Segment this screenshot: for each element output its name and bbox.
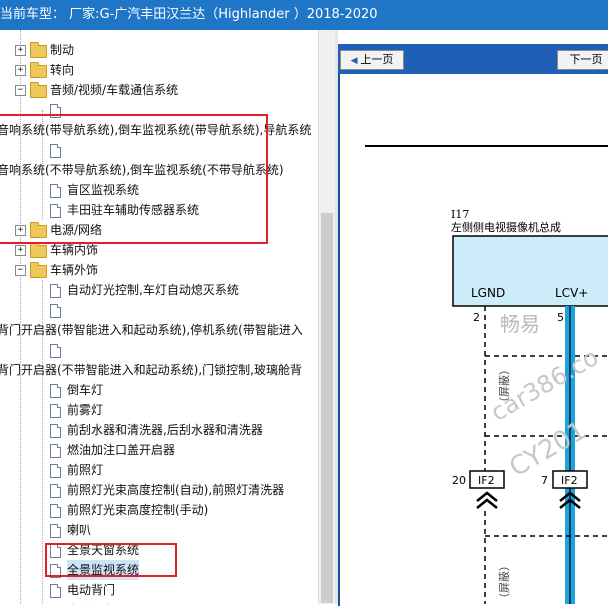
tree-item-label: 车辆外饰 (50, 263, 99, 277)
wiring-diagram: I17 左侧侧电视摄像机总成 LGND LCV+ 2 5 （屏蔽） 畅易 car… (340, 76, 608, 604)
tree-item[interactable]: 燃油加注口盖开启器 (0, 440, 318, 460)
folder-icon (30, 242, 47, 258)
folder-icon (30, 262, 47, 278)
tree-item-label: 背门开启器(带智能进入和起动系统),停机系统(带智能进入 (0, 323, 303, 337)
pin-lcv-label: LCV+ (555, 286, 588, 300)
tree-item-label: 转向 (50, 63, 75, 77)
document-icon (50, 464, 61, 478)
pin-lgnd-label: LGND (471, 286, 505, 300)
tree-item[interactable] (0, 300, 318, 320)
next-page-label: 下一页 (569, 53, 603, 66)
watermark-1: 畅易 (500, 312, 540, 336)
tree-item-label: 电动车窗 (67, 600, 115, 604)
document-icon (50, 524, 61, 538)
highlight-box-panorama (45, 543, 177, 577)
document-icon (50, 404, 61, 418)
prev-page-button[interactable]: ◀ 上一页 (340, 50, 404, 70)
highlight-box-audio (0, 114, 268, 244)
tree-item[interactable]: 自动灯光控制,车灯自动熄灭系统 (0, 280, 318, 300)
tree-item-label: 制动 (50, 43, 75, 57)
tree-item-label: 燃油加注口盖开启器 (67, 443, 176, 457)
tree-item-label: 前雾灯 (67, 403, 104, 417)
tree-scrollbar[interactable] (318, 30, 336, 604)
tree-item-label: 前照灯光束高度控制(自动),前照灯清洗器 (67, 483, 285, 497)
tree-item-label: 前刮水器和清洗器,后刮水器和清洗器 (67, 423, 263, 437)
expand-icon[interactable]: + (15, 245, 26, 256)
document-icon (50, 444, 61, 458)
if-7-number: 7 (541, 474, 548, 487)
tree-item[interactable]: 前照灯光束高度控制(手动) (0, 500, 318, 520)
tree-item[interactable] (0, 340, 318, 360)
title-bar: 当前车型： 厂家:G-广汽丰田汉兰达（Highlander ）2018-2020 (0, 0, 608, 30)
tree-item-label: 背门开启器(不带智能进入和起动系统),门锁控制,玻璃舱背 (0, 363, 302, 377)
folder-icon (30, 82, 47, 98)
tree-item[interactable]: 电动背门 (0, 580, 318, 600)
pin-2-number: 2 (473, 311, 480, 324)
tree-item[interactable]: + 转向 (0, 60, 318, 80)
if2-right-label: IF2 (561, 474, 578, 487)
tree-item-label: 音频/视频/车载通信系统 (50, 83, 179, 97)
if2-left-label: IF2 (478, 474, 495, 487)
collapse-icon[interactable]: − (15, 85, 26, 96)
prev-arrow-icon: ◀ (350, 56, 361, 66)
shield-label-bottom: （屏蔽） (498, 560, 511, 604)
tree-item[interactable]: − 音频/视频/车载通信系统 (0, 80, 318, 100)
tree-item[interactable]: 前照灯光束高度控制(自动),前照灯清洗器 (0, 480, 318, 500)
document-icon (50, 484, 61, 498)
page-nav-bar: ◀ 上一页 下一页 (338, 44, 608, 74)
connector-id: I17 (451, 208, 469, 221)
tree-item[interactable]: 电动车窗 (0, 600, 318, 604)
collapse-icon[interactable]: − (15, 265, 26, 276)
document-icon (50, 344, 61, 358)
tree-item-label: 前照灯 (67, 463, 104, 477)
document-icon (50, 504, 61, 518)
document-icon (50, 584, 61, 598)
tree-item[interactable]: 前雾灯 (0, 400, 318, 420)
tree-item[interactable]: 喇叭 (0, 520, 318, 540)
folder-icon (30, 62, 47, 78)
expand-icon[interactable]: + (15, 65, 26, 76)
tree-item[interactable]: 背门开启器(带智能进入和起动系统),停机系统(带智能进入 (0, 320, 318, 340)
next-page-button[interactable]: 下一页 (557, 50, 608, 70)
document-icon (50, 424, 61, 438)
folder-icon (30, 42, 47, 58)
tree-item-label: 电动背门 (67, 583, 116, 597)
tree-item[interactable]: + 制动 (0, 40, 318, 60)
tree-item-label: 倒车灯 (67, 383, 104, 397)
tree-item[interactable]: 背门开启器(不带智能进入和起动系统),门锁控制,玻璃舱背 (0, 360, 318, 380)
tree-item-label: 喇叭 (67, 523, 92, 537)
document-icon (50, 284, 61, 298)
window-title: 当前车型： 厂家:G-广汽丰田汉兰达（Highlander ）2018-2020 (0, 7, 378, 22)
document-icon (50, 304, 61, 318)
if-20-number: 20 (452, 474, 466, 487)
scrollbar-thumb[interactable] (321, 213, 333, 603)
tree-item-label: 前照灯光束高度控制(手动) (67, 503, 209, 517)
expand-icon[interactable]: + (15, 45, 26, 56)
tree-item[interactable]: 前刮水器和清洗器,后刮水器和清洗器 (0, 420, 318, 440)
tree-item[interactable]: 前照灯 (0, 460, 318, 480)
prev-page-label: 上一页 (360, 53, 394, 66)
tree-item[interactable]: − 车辆外饰 (0, 260, 318, 280)
tree-item-label: 自动灯光控制,车灯自动熄灭系统 (67, 283, 239, 297)
document-icon (50, 384, 61, 398)
tree-item[interactable]: 倒车灯 (0, 380, 318, 400)
pin-5-number: 5 (557, 311, 564, 324)
connector-name: 左侧侧电视摄像机总成 (451, 220, 561, 234)
